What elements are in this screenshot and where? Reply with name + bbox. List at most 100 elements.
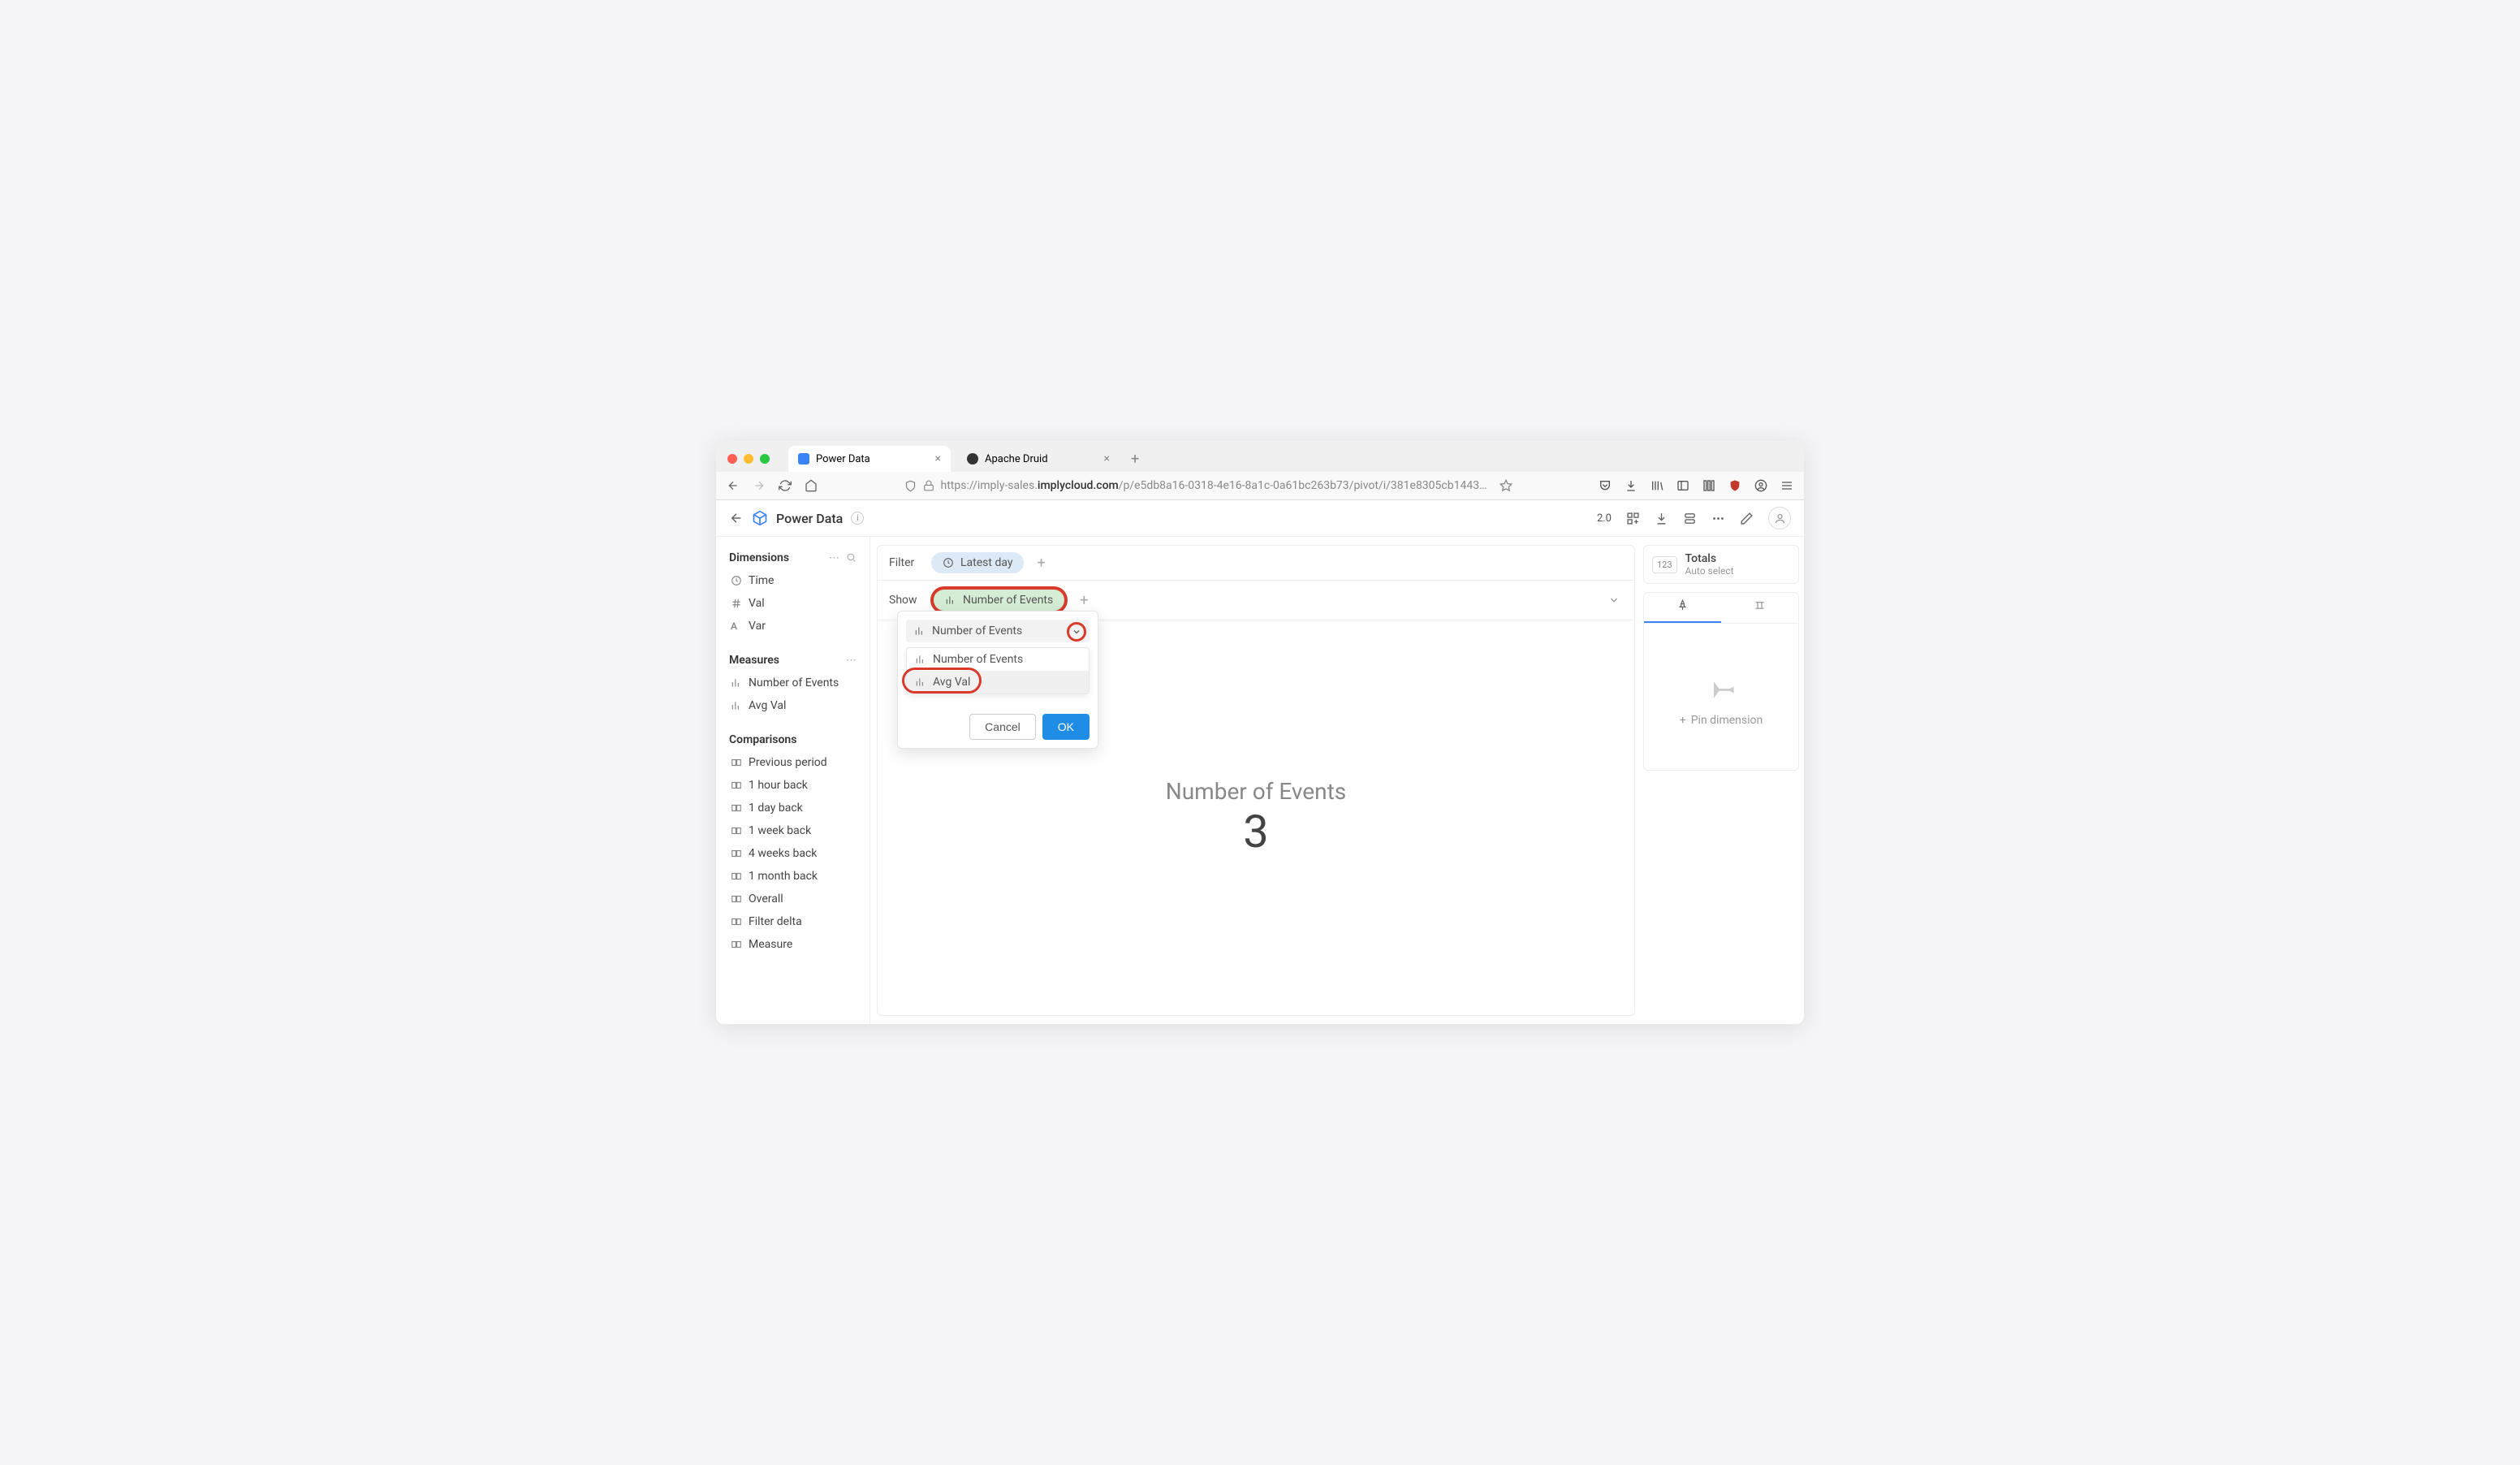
add-measure-button[interactable]: +	[1077, 592, 1091, 609]
filter-pill-latest-day[interactable]: Latest day	[931, 552, 1024, 573]
dimensions-search-icon[interactable]	[846, 552, 857, 564]
dimensions-section: Dimensions ⋯ Time Val AVar	[723, 547, 863, 637]
pin-dimension-button[interactable]: + Pin dimension	[1680, 714, 1763, 727]
tab-favicon-icon	[967, 453, 978, 465]
compare-icon	[731, 825, 742, 836]
totals-subtitle: Auto select	[1685, 565, 1734, 577]
ublock-icon[interactable]	[1728, 478, 1742, 493]
dimension-item-val[interactable]: Val	[723, 592, 863, 615]
comparison-item[interactable]: 1 week back	[723, 819, 863, 842]
compare-icon	[731, 939, 742, 950]
comparison-label: Filter delta	[749, 915, 802, 928]
lock-icon	[923, 480, 934, 491]
compare-icon	[731, 916, 742, 927]
tab-bar: Power Data × Apache Druid × +	[716, 441, 1804, 472]
info-icon[interactable]: i	[851, 512, 864, 525]
share-icon[interactable]	[1683, 512, 1697, 525]
comparison-item[interactable]: 1 hour back	[723, 774, 863, 797]
close-window-button[interactable]	[727, 454, 737, 464]
dimensions-title: Dimensions	[729, 551, 789, 564]
browser-chrome: Power Data × Apache Druid × + https://im…	[716, 441, 1804, 500]
dimensions-more-icon[interactable]: ⋯	[829, 552, 839, 564]
option-label: Number of Events	[933, 653, 1023, 666]
extension-icon[interactable]	[1702, 478, 1716, 493]
compare-icon	[731, 802, 742, 814]
pocket-icon[interactable]	[1598, 478, 1612, 493]
tab-title: Power Data	[816, 453, 870, 465]
comparison-item[interactable]: 1 day back	[723, 797, 863, 819]
right-rail: 123 Totals Auto select +	[1642, 537, 1804, 1024]
dropdown-option-number-of-events[interactable]: Number of Events	[907, 648, 1089, 671]
bar-icon	[731, 700, 742, 711]
measures-title: Measures	[729, 654, 779, 667]
browser-tab-inactive[interactable]: Apache Druid ×	[957, 446, 1120, 472]
comparison-item[interactable]: Previous period	[723, 751, 863, 774]
url-text: https://imply-sales.implycloud.com/p/e5d…	[941, 479, 1493, 492]
reload-button[interactable]	[778, 478, 792, 493]
measure-item-number-of-events[interactable]: Number of Events	[723, 672, 863, 694]
library-icon[interactable]	[1650, 478, 1664, 493]
comparison-item[interactable]: 4 weeks back	[723, 842, 863, 865]
back-button[interactable]	[726, 478, 740, 493]
dimension-label: Var	[749, 620, 766, 633]
profile-icon[interactable]	[1754, 478, 1768, 493]
bar-icon	[915, 654, 926, 665]
comparison-label: 1 hour back	[749, 779, 808, 792]
show-pill-number-of-events[interactable]: Number of Events	[931, 587, 1067, 613]
measure-label: Avg Val	[749, 699, 786, 712]
comparison-label: 1 week back	[749, 824, 811, 837]
browser-tab-active[interactable]: Power Data ×	[788, 446, 951, 472]
add-filter-button[interactable]: +	[1033, 555, 1048, 572]
comparison-item[interactable]: Overall	[723, 888, 863, 910]
more-icon[interactable]	[1711, 512, 1725, 525]
clock-icon	[731, 575, 742, 586]
bar-icon	[914, 625, 926, 637]
comparison-label: 1 day back	[749, 802, 803, 815]
comparison-label: Previous period	[749, 756, 827, 769]
hash-icon	[731, 598, 742, 609]
download-icon[interactable]	[1624, 478, 1638, 493]
dimension-item-time[interactable]: Time	[723, 569, 863, 592]
show-row-expand-icon[interactable]	[1608, 594, 1623, 606]
cancel-button[interactable]: Cancel	[969, 714, 1036, 740]
comparison-label: 4 weeks back	[749, 847, 817, 860]
pin-tab-other[interactable]	[1721, 593, 1798, 623]
dimension-label: Time	[749, 574, 774, 587]
measures-section: Measures ⋯ Number of Events Avg Val	[723, 649, 863, 717]
comparison-item[interactable]: Measure	[723, 933, 863, 956]
tab-close-icon[interactable]: ×	[1104, 452, 1110, 465]
url-bar[interactable]: https://imply-sales.implycloud.com/p/e5d…	[828, 479, 1588, 492]
forward-button[interactable]	[752, 478, 766, 493]
ok-button[interactable]: OK	[1042, 714, 1090, 740]
pin-icon	[1696, 659, 1746, 710]
show-pill-label: Number of Events	[963, 594, 1053, 607]
measures-more-icon[interactable]: ⋯	[846, 655, 857, 667]
minimize-window-button[interactable]	[744, 454, 753, 464]
user-avatar[interactable]	[1768, 507, 1791, 529]
measure-dropdown[interactable]: Number of Events	[906, 620, 1090, 642]
comparisons-title: Comparisons	[729, 733, 796, 746]
home-button[interactable]	[804, 478, 818, 493]
main-panel: Filter Latest day + Show Number of Event…	[877, 545, 1635, 1016]
dimension-item-var[interactable]: AVar	[723, 615, 863, 637]
bar-icon	[945, 594, 956, 606]
pin-tab-pin[interactable]	[1644, 593, 1721, 623]
add-panel-icon[interactable]	[1626, 512, 1640, 525]
totals-card[interactable]: 123 Totals Auto select	[1643, 545, 1799, 584]
menu-icon[interactable]	[1780, 478, 1794, 493]
tab-close-icon[interactable]: ×	[935, 452, 941, 465]
edit-icon[interactable]	[1740, 512, 1754, 525]
dropdown-chevron-highlight[interactable]	[1067, 622, 1086, 642]
maximize-window-button[interactable]	[760, 454, 770, 464]
measure-item-avg-val[interactable]: Avg Val	[723, 694, 863, 717]
app-back-button[interactable]	[729, 511, 744, 525]
compare-icon	[731, 757, 742, 768]
dropdown-option-avg-val[interactable]: Avg Val	[907, 671, 1089, 694]
new-tab-button[interactable]: +	[1126, 451, 1144, 468]
comparison-item[interactable]: Filter delta	[723, 910, 863, 933]
sidebar-icon[interactable]	[1676, 478, 1690, 493]
comparison-item[interactable]: 1 month back	[723, 865, 863, 888]
download-data-icon[interactable]	[1655, 512, 1668, 525]
app-header: Power Data i 2.0	[716, 500, 1804, 537]
bookmark-star-icon[interactable]	[1499, 479, 1512, 492]
